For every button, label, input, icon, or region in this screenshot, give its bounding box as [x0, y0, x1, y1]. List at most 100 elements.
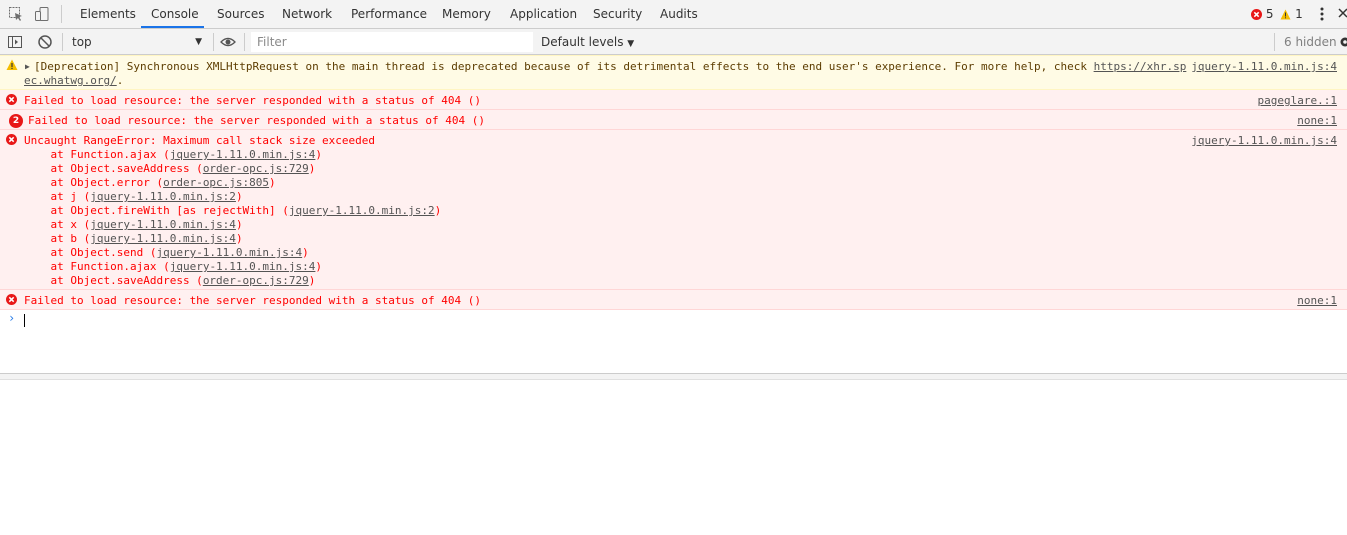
chevron-down-icon: ▼: [627, 39, 635, 49]
warning-link-part-2[interactable]: ec.whatwg.org/: [24, 74, 117, 87]
error-source-link[interactable]: jquery-1.11.0.min.js:4: [1191, 134, 1337, 148]
stack-frame-text: at Object.saveAddress (: [24, 274, 203, 287]
stack-frame-link[interactable]: jquery-1.11.0.min.js:4: [90, 218, 236, 231]
chevron-down-icon: ▼: [195, 37, 202, 47]
stack-frame-text: at Function.ajax (: [24, 148, 170, 161]
execution-context-select[interactable]: top ▼: [64, 32, 206, 52]
console-messages: ▶ [Deprecation] Synchronous XMLHttpReque…: [0, 55, 1347, 330]
console-toolbar: top ▼ Default levels ▼ 6 hidden: [0, 29, 1347, 55]
close-devtools-icon[interactable]: [1338, 6, 1347, 22]
console-message-warning: ▶ [Deprecation] Synchronous XMLHttpReque…: [0, 55, 1347, 90]
stack-frame: at b (jquery-1.11.0.min.js:4): [24, 232, 441, 246]
stack-frame-link[interactable]: order-opc.js:805: [163, 176, 269, 189]
log-levels-label: Default levels: [541, 35, 624, 49]
tab-performance[interactable]: Performance: [351, 0, 427, 28]
error-count-icon: [1251, 9, 1262, 23]
console-message-error-stack: Uncaught RangeError: Maximum call stack …: [0, 130, 1347, 290]
more-options-icon[interactable]: [1316, 6, 1328, 22]
warning-text: [Deprecation] Synchronous XMLHttpRequest…: [34, 60, 1094, 73]
stack-frame: at Object.send (jquery-1.11.0.min.js:4): [24, 246, 441, 260]
warning-source-link[interactable]: jquery-1.11.0.min.js:4: [1191, 60, 1337, 74]
warning-count-icon: [1280, 9, 1291, 23]
live-expression-eye-icon[interactable]: [220, 34, 236, 50]
stack-frame-link[interactable]: jquery-1.11.0.min.js:2: [90, 190, 236, 203]
clear-console-icon[interactable]: [37, 34, 53, 50]
error-source-link[interactable]: none:1: [1297, 114, 1337, 128]
error-icon: [6, 94, 18, 106]
error-source-link[interactable]: none:1: [1297, 294, 1337, 308]
console-settings-gear-icon[interactable]: [1338, 34, 1347, 50]
prompt-chevron-icon: ›: [8, 311, 16, 325]
stack-frame-text: at x (: [24, 218, 91, 231]
hidden-messages-count: 6 hidden: [1284, 35, 1337, 49]
stack-frame-suffix: ): [235, 218, 243, 231]
console-prompt[interactable]: ›: [0, 310, 1347, 330]
toolbar-separator: [62, 33, 63, 51]
stack-frame-link[interactable]: jquery-1.11.0.min.js:4: [170, 260, 316, 273]
warning-link-part-1[interactable]: https://xhr.sp: [1094, 60, 1187, 73]
execution-context-value: top: [72, 35, 92, 49]
tab-security[interactable]: Security: [593, 0, 642, 28]
stack-frame-link[interactable]: order-opc.js:729: [203, 274, 309, 287]
show-sidebar-icon[interactable]: [7, 34, 23, 50]
error-count: 5: [1265, 7, 1274, 21]
text-cursor: [24, 314, 25, 327]
stack-frame-suffix: ): [434, 204, 442, 217]
stack-frame-link[interactable]: jquery-1.11.0.min.js:4: [90, 232, 236, 245]
tab-console[interactable]: Console: [151, 0, 199, 28]
stack-frame-link[interactable]: jquery-1.11.0.min.js:4: [156, 246, 302, 259]
warning-count: 1: [1295, 7, 1303, 21]
active-tab-indicator: [141, 26, 204, 28]
tab-network[interactable]: Network: [282, 0, 332, 28]
console-message-error-repeated: 2 Failed to load resource: the server re…: [0, 110, 1347, 130]
stack-frame-text: at Object.saveAddress (: [24, 162, 203, 175]
stack-frame: at x (jquery-1.11.0.min.js:4): [24, 218, 441, 232]
device-toolbar-icon[interactable]: [34, 6, 50, 22]
log-levels-dropdown[interactable]: Default levels ▼: [541, 32, 634, 52]
error-icon: [6, 294, 18, 306]
warning-text-tail: .: [116, 74, 124, 87]
stack-frame-suffix: ): [315, 148, 323, 161]
stack-frame-text: at b (: [24, 232, 91, 245]
toolbar-separator: [61, 5, 62, 23]
repeat-count-badge: 2: [9, 114, 23, 128]
stack-frame: at Object.saveAddress (order-opc.js:729): [24, 162, 441, 176]
console-message-error: Failed to load resource: the server resp…: [0, 290, 1347, 310]
error-source-link[interactable]: pageglare.:1: [1258, 94, 1337, 108]
console-message-error: Failed to load resource: the server resp…: [0, 90, 1347, 110]
stack-frame: at Function.ajax (jquery-1.11.0.min.js:4…: [24, 148, 441, 162]
stack-frame: at Object.error (order-opc.js:805): [24, 176, 441, 190]
warning-icon: [6, 59, 18, 71]
tab-memory[interactable]: Memory: [442, 0, 491, 28]
stack-frame-link[interactable]: jquery-1.11.0.min.js:4: [170, 148, 316, 161]
tab-audits[interactable]: Audits: [660, 0, 698, 28]
stack-frame: at Object.fireWith [as rejectWith] (jque…: [24, 204, 441, 218]
tab-sources[interactable]: Sources: [217, 0, 264, 28]
inspect-element-icon[interactable]: [8, 6, 24, 22]
tab-elements[interactable]: Elements: [80, 0, 136, 28]
error-text: Failed to load resource: the server resp…: [24, 94, 481, 107]
stack-frame-text: at Object.send (: [24, 246, 157, 259]
stack-frame-suffix: ): [269, 176, 276, 189]
expand-triangle-icon[interactable]: ▶: [25, 60, 30, 74]
toolbar-separator: [244, 33, 245, 51]
stack-frame: at Function.ajax (jquery-1.11.0.min.js:4…: [24, 260, 441, 274]
issue-counts[interactable]: 5 1: [1251, 7, 1303, 23]
stack-frame-link[interactable]: order-opc.js:729: [203, 162, 309, 175]
stack-frame-link[interactable]: jquery-1.11.0.min.js:2: [289, 204, 435, 217]
stack-trace: at Function.ajax (jquery-1.11.0.min.js:4…: [24, 148, 441, 288]
error-icon: [6, 134, 18, 146]
toolbar-separator: [213, 33, 214, 51]
tab-application[interactable]: Application: [510, 0, 577, 28]
stack-frame: at Object.saveAddress (order-opc.js:729): [24, 274, 441, 288]
stack-frame-suffix: ): [315, 260, 323, 273]
panel-resize-divider[interactable]: [0, 373, 1347, 380]
toolbar-separator: [1274, 33, 1275, 51]
stack-frame-suffix: ): [302, 246, 309, 259]
warning-text-line-2: ec.whatwg.org/.: [24, 74, 123, 88]
stack-frame-suffix: ): [308, 274, 316, 287]
stack-frame-suffix: ): [235, 190, 243, 203]
error-text: Failed to load resource: the server resp…: [24, 294, 481, 307]
stack-frame-text: at Object.error (: [24, 176, 164, 189]
filter-input[interactable]: [251, 32, 533, 52]
